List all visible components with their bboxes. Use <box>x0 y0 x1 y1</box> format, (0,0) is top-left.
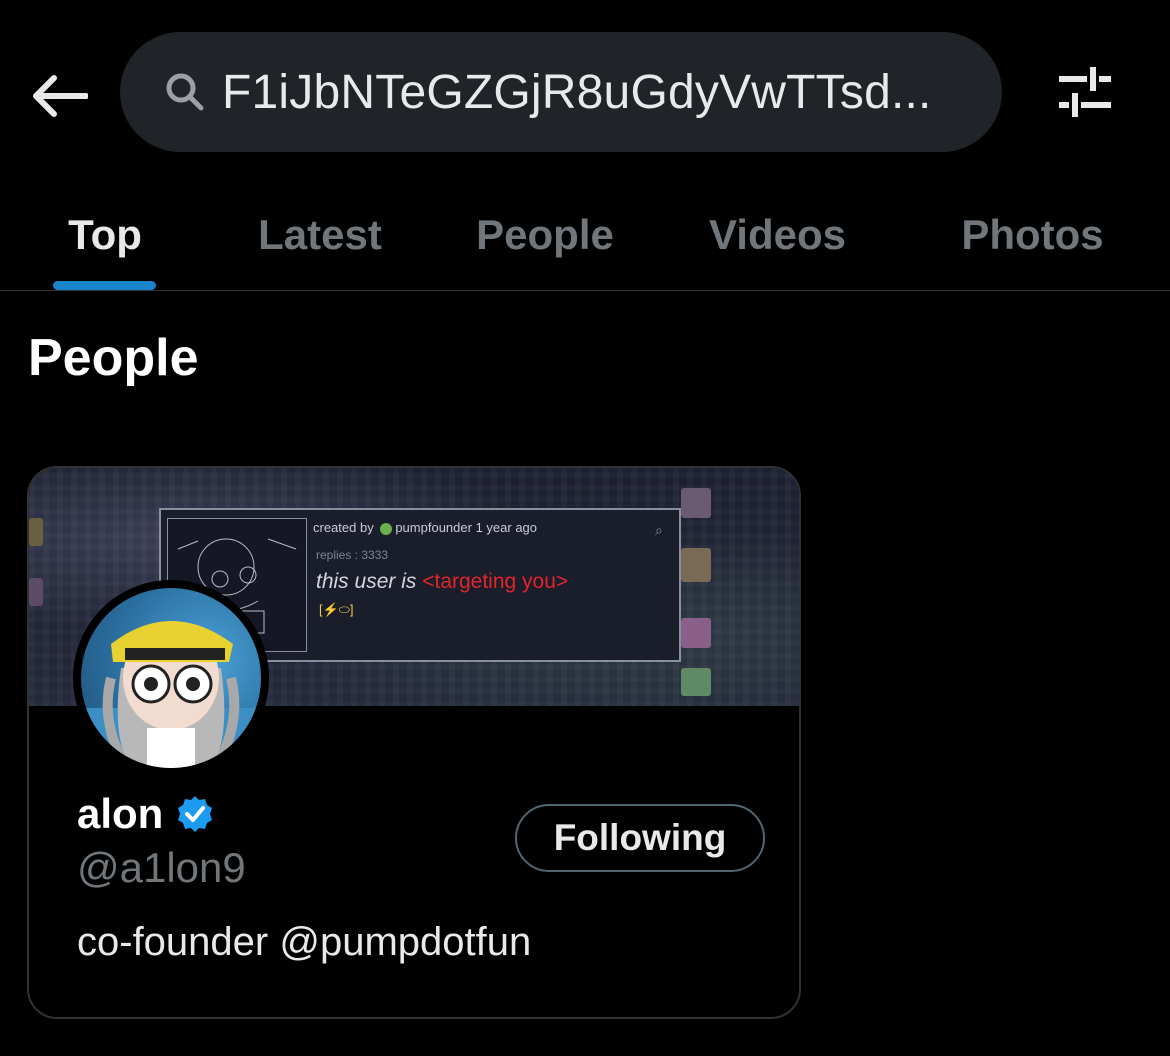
profile-name[interactable]: alon <box>77 790 215 838</box>
following-button[interactable]: Following <box>515 804 765 872</box>
profile-card[interactable]: created by pumpfounder 1 year ago ⌕ repl… <box>27 466 801 1019</box>
back-button[interactable] <box>30 66 90 126</box>
sliders-icon <box>1059 67 1111 117</box>
search-settings-button[interactable] <box>1050 62 1120 122</box>
search-icon <box>164 71 206 113</box>
magnifier-icon: ⌕ <box>655 522 663 538</box>
tab-videos[interactable]: Videos <box>680 180 875 290</box>
post-emoji: [⚡⬭] <box>319 602 354 617</box>
verified-badge-icon <box>175 794 215 834</box>
profile-name-text: alon <box>77 790 164 837</box>
tab-top[interactable]: Top <box>40 180 170 290</box>
profile-handle: @a1lon9 <box>77 844 246 891</box>
post-text: this user is <targeting you> <box>316 570 569 593</box>
arrow-left-icon <box>33 75 88 117</box>
search-tabs: Top Latest People Videos Photos <box>0 180 1170 290</box>
active-tab-indicator <box>53 281 156 290</box>
search-bar[interactable]: F1iJbNTeGZGjR8uGdyVwTTsd... <box>120 32 1002 152</box>
search-query[interactable]: F1iJbNTeGZGjR8uGdyVwTTsd... <box>222 65 932 120</box>
tabs-divider <box>0 290 1170 291</box>
post-replies: replies : 3333 <box>316 548 389 562</box>
avatar[interactable] <box>73 580 269 776</box>
tab-photos[interactable]: Photos <box>935 180 1130 290</box>
post-meta: created by pumpfounder 1 year ago <box>313 520 538 535</box>
section-title: People <box>28 329 199 387</box>
tab-people[interactable]: People <box>450 180 640 290</box>
tab-latest[interactable]: Latest <box>230 180 410 290</box>
profile-bio: co-founder @pumpdotfun <box>77 920 532 964</box>
